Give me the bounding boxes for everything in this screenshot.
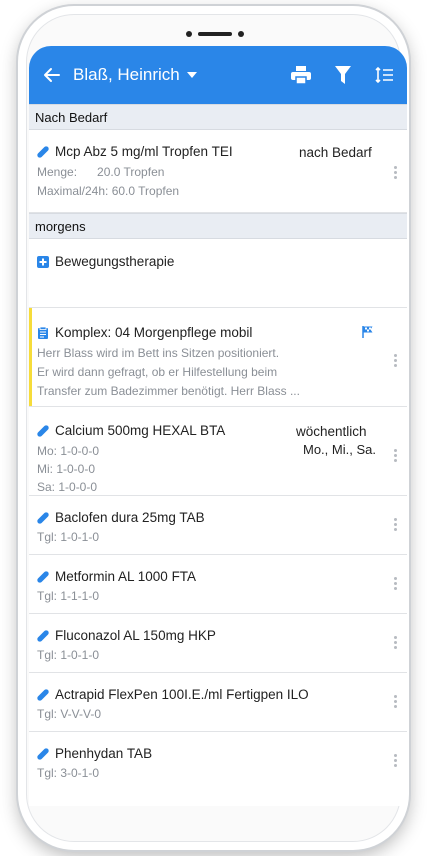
more-vert-icon[interactable]: [394, 166, 397, 181]
medication-item[interactable]: Actrapid FlexPen 100I.E./ml Fertigpen IL…: [29, 673, 407, 732]
item-title-row: Actrapid FlexPen 100I.E./ml Fertigpen IL…: [37, 687, 309, 702]
therapy-name: Bewegungstherapie: [55, 254, 175, 269]
schedule-line: Tgl: 3-0-1-0: [37, 766, 100, 780]
medication-item[interactable]: Mcp Abz 5 mg/ml Tropfen TEI nach Bedarf …: [29, 130, 407, 213]
schedule-line: Sa: 1-0-0-0: [37, 480, 98, 494]
pill-icon: [37, 629, 49, 642]
more-vert-icon[interactable]: [394, 354, 397, 369]
more-vert-icon[interactable]: [394, 695, 397, 710]
schedule-line: Tgl: V-V-V-0: [37, 707, 102, 721]
pill-icon: [37, 511, 49, 524]
schedule-line: Tgl: 1-0-1-0: [37, 530, 100, 544]
schedule-line: Tgl: 1-0-1-0: [37, 648, 100, 662]
section-label: morgens: [35, 218, 86, 234]
app-screen: Blaß, Heinrich Nach Bedarf Mcp Abz 5 mg/…: [29, 46, 407, 806]
complex-name: Komplex: 04 Morgenpflege mobil: [55, 325, 253, 340]
appbar-actions: [291, 66, 393, 84]
sensor-dot: [238, 31, 244, 37]
pill-icon: [37, 688, 49, 701]
speaker-notch: [186, 31, 244, 37]
patient-selector[interactable]: Blaß, Heinrich: [73, 65, 197, 85]
frequency-label: nach Bedarf: [299, 145, 372, 160]
sort-icon[interactable]: [375, 66, 393, 84]
description-line: Er wird dann gefragt, ob er Hilfestellun…: [37, 365, 278, 379]
description-line: Herr Blass wird im Bett ins Sitzen posit…: [37, 346, 280, 360]
section-header-morgens: morgens: [29, 213, 407, 239]
schedule-line: Mo: 1-0-0-0: [37, 444, 100, 458]
weekdays-label: Mo., Mi., Sa.: [303, 442, 376, 457]
schedule-line: Mi: 1-0-0-0: [37, 462, 96, 476]
item-title-row: Calcium 500mg HEXAL BTA: [37, 423, 225, 438]
care-complex-item[interactable]: Komplex: 04 Morgenpflege mobil Herr Blas…: [29, 308, 407, 407]
medication-name: Mcp Abz 5 mg/ml Tropfen TEI: [55, 144, 233, 159]
medication-name: Metformin AL 1000 FTA: [55, 569, 197, 584]
more-vert-icon[interactable]: [394, 754, 397, 769]
back-arrow-icon[interactable]: [43, 66, 61, 84]
description-line: Transfer zum Badezimmer benötigt. Herr B…: [37, 384, 300, 398]
medication-name: Calcium 500mg HEXAL BTA: [55, 423, 226, 438]
medication-item[interactable]: Phenhydan TAB Tgl: 3-0-1-0: [29, 732, 407, 790]
schedule-line: Tgl: 1-1-1-0: [37, 589, 100, 603]
frequency-label: wöchentlich: [296, 424, 367, 439]
speaker-grill: [198, 32, 232, 36]
medication-item[interactable]: Baclofen dura 25mg TAB Tgl: 1-0-1-0: [29, 496, 407, 555]
medical-cross-icon: [37, 255, 49, 268]
dosage-line: Menge: 20.0 Tropfen: [37, 165, 165, 179]
therapy-item[interactable]: Bewegungstherapie: [29, 239, 407, 308]
medication-name: Phenhydan TAB: [55, 746, 153, 761]
pill-icon: [37, 424, 49, 437]
camera-dot: [186, 31, 192, 37]
more-vert-icon[interactable]: [394, 577, 397, 592]
chevron-down-icon: [186, 72, 197, 78]
medication-item[interactable]: Calcium 500mg HEXAL BTA wöchentlich Mo.,…: [29, 407, 407, 496]
medication-item[interactable]: Fluconazol AL 150mg HKP Tgl: 1-0-1-0: [29, 614, 407, 673]
filter-icon[interactable]: [335, 66, 351, 84]
medication-name: Baclofen dura 25mg TAB: [55, 510, 205, 525]
more-vert-icon[interactable]: [394, 449, 397, 464]
flag-icon[interactable]: [361, 325, 374, 338]
section-label: Nach Bedarf: [35, 109, 108, 125]
medication-name: Actrapid FlexPen 100I.E./ml Fertigpen IL…: [55, 687, 309, 702]
highlight-bar: [29, 308, 32, 406]
item-title-row: Fluconazol AL 150mg HKP: [37, 628, 216, 643]
item-title-row: Komplex: 04 Morgenpflege mobil: [37, 325, 252, 340]
item-title-row: Bewegungstherapie: [37, 254, 174, 269]
app-bar: Blaß, Heinrich: [29, 46, 407, 104]
medication-name: Fluconazol AL 150mg HKP: [55, 628, 216, 643]
item-title-row: Mcp Abz 5 mg/ml Tropfen TEI: [37, 144, 233, 159]
medication-item[interactable]: Metformin AL 1000 FTA Tgl: 1-1-1-0: [29, 555, 407, 614]
max-dosage-line: Maximal/24h: 60.0 Tropfen: [37, 184, 180, 198]
more-vert-icon[interactable]: [394, 518, 397, 533]
patient-name: Blaß, Heinrich: [73, 65, 180, 84]
pill-icon: [37, 145, 49, 158]
print-icon[interactable]: [291, 66, 311, 84]
item-title-row: Metformin AL 1000 FTA: [37, 569, 196, 584]
section-header-nach-bedarf: Nach Bedarf: [29, 104, 407, 130]
item-title-row: Baclofen dura 25mg TAB: [37, 510, 205, 525]
pill-icon: [37, 570, 49, 583]
pill-icon: [37, 747, 49, 760]
clipboard-icon: [38, 326, 48, 339]
item-title-row: Phenhydan TAB: [37, 746, 152, 761]
more-vert-icon[interactable]: [394, 636, 397, 651]
